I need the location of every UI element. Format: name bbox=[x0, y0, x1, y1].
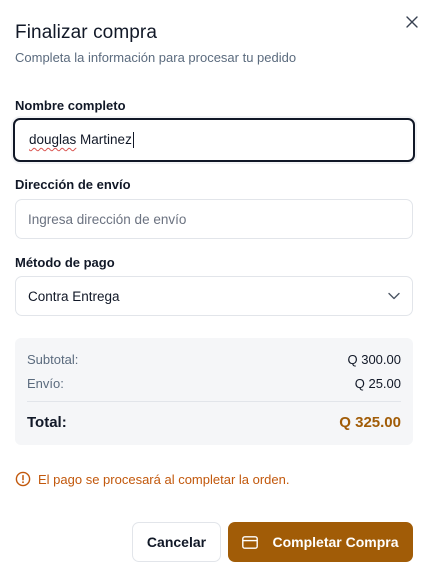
complete-purchase-button[interactable]: Completar Compra bbox=[228, 522, 413, 562]
credit-card-icon bbox=[242, 535, 259, 549]
shipping-label: Envío: bbox=[27, 376, 64, 391]
shipping-row: Envío: Q 25.00 bbox=[27, 376, 401, 391]
cancel-button[interactable]: Cancelar bbox=[132, 522, 221, 562]
total-row: Total: Q 325.00 bbox=[27, 414, 401, 431]
name-label: Nombre completo bbox=[15, 98, 126, 113]
subtotal-label: Subtotal: bbox=[27, 352, 79, 367]
payment-notice: El pago se procesará al completar la ord… bbox=[15, 471, 289, 487]
address-input[interactable] bbox=[28, 211, 400, 227]
payment-select[interactable]: Contra Entrega bbox=[15, 276, 413, 316]
order-summary: Subtotal: Q 300.00 Envío: Q 25.00 Total:… bbox=[15, 338, 413, 445]
payment-label: Método de pago bbox=[15, 255, 115, 270]
total-value: Q 325.00 bbox=[339, 414, 401, 431]
dialog-title: Finalizar compra bbox=[15, 22, 158, 43]
address-field[interactable] bbox=[15, 199, 413, 239]
notice-text: El pago se procesará al completar la ord… bbox=[38, 471, 290, 487]
summary-divider bbox=[27, 401, 401, 402]
complete-purchase-label: Completar Compra bbox=[272, 534, 399, 550]
dialog-subtitle: Completa la información para procesar tu… bbox=[15, 50, 297, 65]
name-field[interactable]: douglas Martinez bbox=[13, 118, 415, 162]
subtotal-value: Q 300.00 bbox=[347, 352, 402, 367]
close-button[interactable] bbox=[402, 12, 422, 32]
checkout-dialog: Finalizar compra Completa la información… bbox=[0, 0, 434, 581]
total-label: Total: bbox=[27, 414, 67, 431]
subtotal-row: Subtotal: Q 300.00 bbox=[27, 352, 401, 367]
alert-circle-icon bbox=[15, 471, 31, 487]
name-value-rest: Martinez bbox=[76, 131, 132, 147]
chevron-down-icon bbox=[388, 292, 400, 300]
close-icon bbox=[406, 16, 418, 28]
payment-selected-value: Contra Entrega bbox=[28, 288, 120, 304]
address-label: Dirección de envío bbox=[15, 177, 131, 192]
name-value: douglas Martinez bbox=[29, 131, 134, 149]
shipping-value: Q 25.00 bbox=[354, 376, 401, 391]
text-caret bbox=[132, 132, 134, 149]
name-value-first: douglas bbox=[29, 131, 77, 147]
